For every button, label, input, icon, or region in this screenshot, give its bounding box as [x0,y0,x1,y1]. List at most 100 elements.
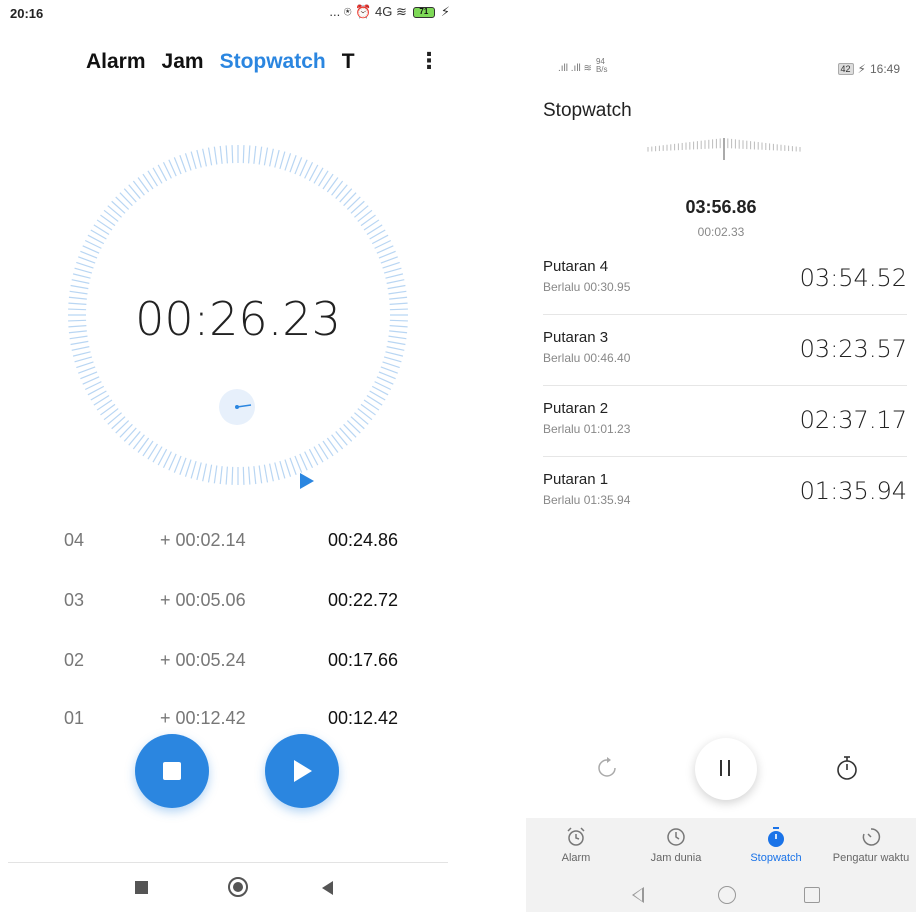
tab-timer[interactable]: T [342,50,355,74]
sub-dial-hand-icon [235,404,252,409]
dial-tick [263,147,269,166]
dial-tick [179,155,187,173]
dial-tick [343,423,357,438]
dial-tick [123,427,137,442]
dial-tick [115,196,130,210]
lap-time: 03:54.52 [799,264,907,292]
tab-alarm[interactable]: Alarm [86,50,146,74]
lap-time: 02:37.17 [799,406,907,434]
dial-tick [225,466,228,485]
lap-row: Putaran 3 Berlalu 00:46.40 03:23.57 [543,329,907,401]
lap-elapsed: Berlalu 01:01.23 [543,422,631,436]
signal-wifi-icons: .ıll .ıll ≋ [558,63,592,74]
back-icon[interactable] [322,881,333,895]
dial-tick [289,155,297,173]
dial-tick [279,151,286,170]
dial-tick [80,250,98,259]
dial-tick [274,462,280,481]
dial-tick [343,192,357,207]
dial-tick [284,153,292,171]
dial-tick [72,351,91,357]
clock-icon [667,828,685,846]
lap-name: Putaran 3 [543,329,609,346]
reset-icon[interactable] [594,755,620,781]
dial-tick [242,145,245,164]
dial-tick [382,361,400,369]
nav-divider [8,862,448,863]
dial-tick [207,464,213,483]
lap-row: 04 + 00:02.14 00:24.86 [0,530,458,566]
page-title: Stopwatch [543,100,632,121]
dial-tick [74,267,93,274]
lap-total: 00:17.66 [328,650,399,670]
lap-time: 01:35.94 [799,477,907,505]
divider [543,314,907,315]
lap-number: 04 [64,530,85,550]
tab-stopwatch[interactable]: Stopwatch [731,826,821,864]
tab-stopwatch[interactable]: Stopwatch [220,50,326,74]
status-icons: ... ⍟ ⏰ 4G ≋ 71 ⚡ [329,4,450,20]
tab-alarm[interactable]: Alarm [531,826,621,864]
lap-name: Putaran 2 [543,400,609,417]
status-right: 42 ⚡ 16:49 [837,62,900,76]
dial-tick [346,196,361,210]
home-icon[interactable] [718,886,736,904]
status-indicator-icons: ... ⍟ ⏰ 4G ≋ [329,4,407,19]
recents-icon[interactable] [135,881,148,894]
stop-button[interactable] [135,734,209,808]
dial-tick [82,245,100,254]
lap-row: 02 + 00:05.24 00:17.66 [0,650,458,686]
tab-timer[interactable]: Pengatur waktu [826,826,916,864]
dial-tick [219,466,223,485]
dial-tick [78,366,96,374]
dial-tick [179,457,187,475]
lap-split: + 00:02.14 [160,530,246,550]
dial-tick [350,200,365,214]
dial-tick [383,356,402,363]
dial-tick [380,366,398,374]
dial-tick [111,200,126,214]
play-icon [294,760,312,782]
dial-tick [213,465,218,484]
signal-icons: .ıll .ıll ≋ 94 B/s [558,58,608,75]
dial-tick [269,148,274,167]
back-icon[interactable] [632,887,644,903]
lap-row: Putaran 2 Berlalu 01:01.23 02:37.17 [543,400,907,472]
recents-icon[interactable] [804,887,820,903]
elapsed-time: 00:26.23 [135,292,341,346]
dial-tick [202,463,207,482]
lap-name: Putaran 4 [543,258,609,275]
dial-tick [71,346,90,351]
dial-tick [202,148,207,167]
dial-tick [346,420,361,434]
dial-tick [207,147,213,166]
battery-icon: 71 [412,6,435,18]
resume-button[interactable] [265,734,339,808]
dial-tick [80,371,98,380]
tab-world-clock[interactable]: Jam dunia [631,826,721,864]
pause-button[interactable] [695,738,757,800]
lap-elapsed: Berlalu 00:30.95 [543,280,631,294]
dial-tick [263,464,269,483]
more-options-icon[interactable]: ⋮ [418,48,440,74]
sub-dial [219,389,255,425]
home-icon[interactable] [228,877,248,897]
dial-tick [70,284,89,290]
divider [543,385,907,386]
alarm-clock-icon [567,827,585,846]
lap-stopwatch-icon[interactable] [834,753,860,783]
dial-arc [647,138,801,160]
stopwatch-icon [768,827,784,847]
lap-split: + 00:05.06 [160,590,246,610]
lap-total: 00:24.86 [328,530,399,550]
system-nav-bar [526,880,916,910]
dial-tick [378,371,396,380]
dial-tick [119,423,133,438]
dial-tick [376,376,394,385]
lap-time: 03:23.57 [799,335,907,363]
right-phone-screen: .ıll .ıll ≋ 94 B/s 42 ⚡ 16:49 Stopwatch … [526,0,916,912]
dial-tick [382,261,400,269]
lap-name: Putaran 1 [543,471,609,488]
tab-jam[interactable]: Jam [162,50,204,74]
dial-tick [196,149,202,168]
